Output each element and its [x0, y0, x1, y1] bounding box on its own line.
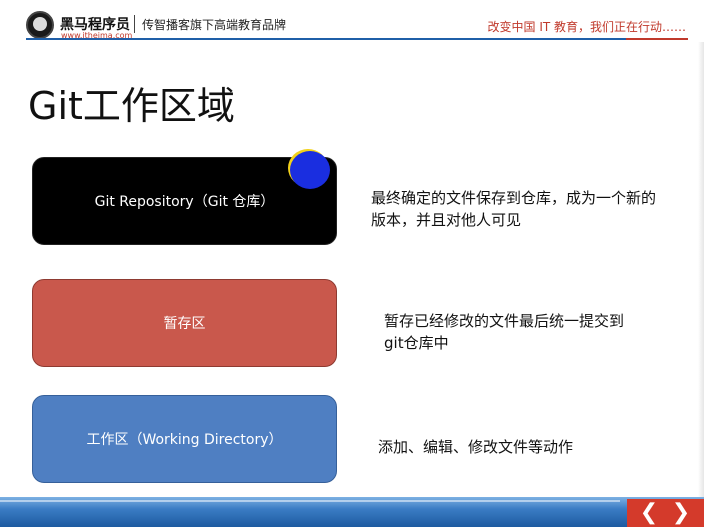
header-divider — [134, 15, 135, 33]
header-rule-red — [626, 38, 688, 40]
working-directory-box: 工作区（Working Directory） — [32, 395, 337, 483]
repository-description: 最终确定的文件保存到仓库，成为一个新的版本，并且对他人可见 — [371, 189, 657, 229]
staging-area-box: 暂存区 — [32, 279, 337, 367]
working-directory-description: 添加、编辑、修改文件等动作 — [378, 438, 574, 456]
header-bar: 黑马程序员 www.itheima.com 传智播客旗下高端教育品牌 改变中国 … — [0, 0, 704, 42]
staging-area-label: 暂存区 — [163, 316, 206, 332]
slide-edge-shadow — [698, 42, 704, 497]
brand-tagline: 传智播客旗下高端教育品牌 — [142, 18, 287, 32]
chevron-right-icon[interactable]: ❯ — [666, 499, 696, 525]
slide-title: Git工作区域 — [28, 84, 235, 128]
repository-label: Git Repository（Git 仓库） — [94, 194, 275, 210]
staging-area-description: 暂存已经修改的文件最后统一提交到git仓库中 — [384, 312, 625, 352]
horse-logo-icon — [26, 11, 54, 39]
header-rule-blue — [26, 38, 626, 40]
pointer-dot-icon — [290, 151, 330, 189]
header-slogan: 改变中国 IT 教育，我们正在行动…… — [487, 20, 687, 34]
footer-bar — [0, 497, 704, 527]
working-directory-label: 工作区（Working Directory） — [86, 432, 283, 448]
chevron-left-icon[interactable]: ❮ — [634, 499, 664, 525]
